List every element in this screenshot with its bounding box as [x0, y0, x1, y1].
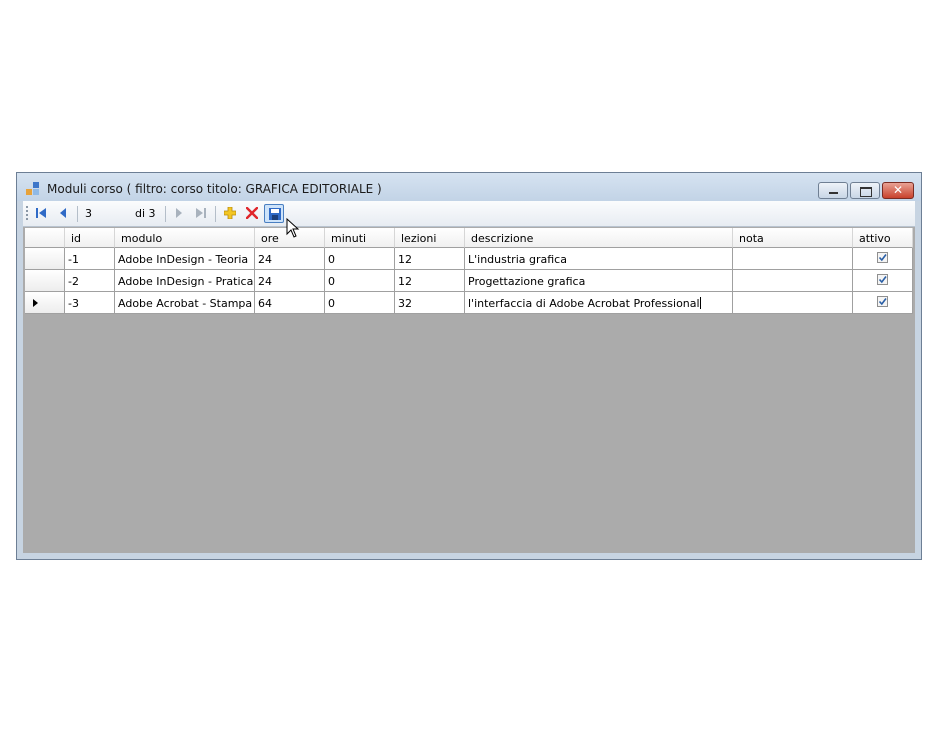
cell-text: 0	[328, 275, 335, 288]
cell-nota[interactable]	[733, 248, 853, 270]
cell-text: 24	[258, 253, 272, 266]
cell-attivo[interactable]	[853, 270, 913, 292]
cell-lezioni[interactable]: 12	[395, 248, 465, 270]
cell-text: -3	[68, 297, 79, 310]
save-button[interactable]	[264, 204, 284, 223]
move-previous-button[interactable]	[53, 204, 73, 223]
cell-lezioni[interactable]: 32	[395, 292, 465, 314]
column-header-nota[interactable]: nota	[733, 228, 853, 248]
cell-text: 24	[258, 275, 272, 288]
cell-id[interactable]: -2	[65, 270, 115, 292]
save-icon	[269, 208, 281, 220]
cell-descrizione[interactable]: Progettazione grafica	[465, 270, 733, 292]
position-input[interactable]	[81, 204, 131, 222]
cell-lezioni[interactable]: 12	[395, 270, 465, 292]
checkmark-icon	[878, 298, 887, 306]
last-record-icon	[196, 208, 206, 218]
column-header-minuti[interactable]: minuti	[325, 228, 395, 248]
cell-ore[interactable]: 24	[255, 270, 325, 292]
toolbar-grip[interactable]	[26, 206, 28, 222]
cell-id[interactable]: -1	[65, 248, 115, 270]
toolbar-separator	[77, 206, 78, 222]
cell-ore[interactable]: 64	[255, 292, 325, 314]
cell-minuti[interactable]: 0	[325, 270, 395, 292]
cell-descrizione[interactable]: L'industria grafica	[465, 248, 733, 270]
minimize-icon	[829, 192, 838, 194]
cell-text: Adobe InDesign - Pratica	[118, 275, 254, 288]
row-header[interactable]	[25, 270, 65, 292]
cell-text: l'interfaccia di Adobe Acrobat Professio…	[468, 297, 700, 310]
mouse-pointer-icon	[286, 218, 300, 238]
add-new-icon	[224, 207, 236, 219]
delete-button[interactable]	[242, 204, 262, 223]
maximize-icon	[860, 187, 872, 197]
cell-minuti[interactable]: 0	[325, 248, 395, 270]
cell-text: 12	[398, 275, 412, 288]
binding-navigator: di 3	[23, 201, 915, 227]
cell-id[interactable]: -3	[65, 292, 115, 314]
cell-text: -1	[68, 253, 79, 266]
cell-text: 0	[328, 297, 335, 310]
cell-attivo[interactable]	[853, 292, 913, 314]
cell-nota[interactable]	[733, 292, 853, 314]
cell-text: -2	[68, 275, 79, 288]
cell-descrizione[interactable]: l'interfaccia di Adobe Acrobat Professio…	[465, 292, 733, 314]
first-record-icon	[36, 208, 46, 218]
current-row-arrow-icon	[33, 299, 38, 307]
attivo-checkbox[interactable]	[877, 296, 888, 307]
title-bar[interactable]: Moduli corso ( filtro: corso titolo: GRA…	[17, 173, 921, 201]
checkmark-icon	[878, 276, 887, 284]
move-last-button[interactable]	[191, 204, 211, 223]
cell-text: 0	[328, 253, 335, 266]
cell-ore[interactable]: 24	[255, 248, 325, 270]
add-new-button[interactable]	[220, 204, 240, 223]
previous-record-icon	[60, 208, 66, 218]
count-label: di 3	[135, 207, 156, 220]
grid-corner-header[interactable]	[25, 228, 65, 248]
cell-modulo[interactable]: Adobe InDesign - Pratica	[115, 270, 255, 292]
cell-modulo[interactable]: Adobe Acrobat - Stampa	[115, 292, 255, 314]
maximize-button[interactable]	[850, 182, 880, 199]
next-record-icon	[176, 208, 182, 218]
column-header-id[interactable]: id	[65, 228, 115, 248]
row-header[interactable]	[25, 292, 65, 314]
app-form-icon	[26, 182, 40, 196]
cell-attivo[interactable]	[853, 248, 913, 270]
attivo-checkbox[interactable]	[877, 252, 888, 263]
column-header-modulo[interactable]: modulo	[115, 228, 255, 248]
cell-text: 32	[398, 297, 412, 310]
cell-text: L'industria grafica	[468, 253, 567, 266]
cell-minuti[interactable]: 0	[325, 292, 395, 314]
row-header[interactable]	[25, 248, 65, 270]
column-header-lezioni[interactable]: lezioni	[395, 228, 465, 248]
move-first-button[interactable]	[31, 204, 51, 223]
cell-text: Progettazione grafica	[468, 275, 586, 288]
window-title: Moduli corso ( filtro: corso titolo: GRA…	[47, 182, 382, 196]
column-header-attivo[interactable]: attivo	[853, 228, 913, 248]
move-next-button[interactable]	[169, 204, 189, 223]
cell-text: 64	[258, 297, 272, 310]
checkmark-icon	[878, 254, 887, 262]
cell-nota[interactable]	[733, 270, 853, 292]
cell-modulo[interactable]: Adobe InDesign - Teoria	[115, 248, 255, 270]
toolbar-separator	[165, 206, 166, 222]
text-caret	[699, 297, 701, 309]
close-icon: ✕	[892, 183, 904, 197]
moduli-corso-window: Moduli corso ( filtro: corso titolo: GRA…	[16, 172, 922, 560]
toolbar-separator	[215, 206, 216, 222]
delete-icon	[246, 207, 258, 219]
attivo-checkbox[interactable]	[877, 274, 888, 285]
cell-text: Adobe InDesign - Teoria	[118, 253, 249, 266]
cell-text: 12	[398, 253, 412, 266]
close-button[interactable]: ✕	[882, 182, 914, 199]
cell-text: Adobe Acrobat - Stampa	[118, 297, 253, 310]
minimize-button[interactable]	[818, 182, 848, 199]
form-client-area: di 3 idmodulooreminutilezionidescrizione…	[23, 201, 915, 553]
data-grid[interactable]: id modulo ore minuti lezioni descrizione nota a…	[25, 228, 913, 551]
column-header-descrizione[interactable]: descrizione	[465, 228, 733, 248]
